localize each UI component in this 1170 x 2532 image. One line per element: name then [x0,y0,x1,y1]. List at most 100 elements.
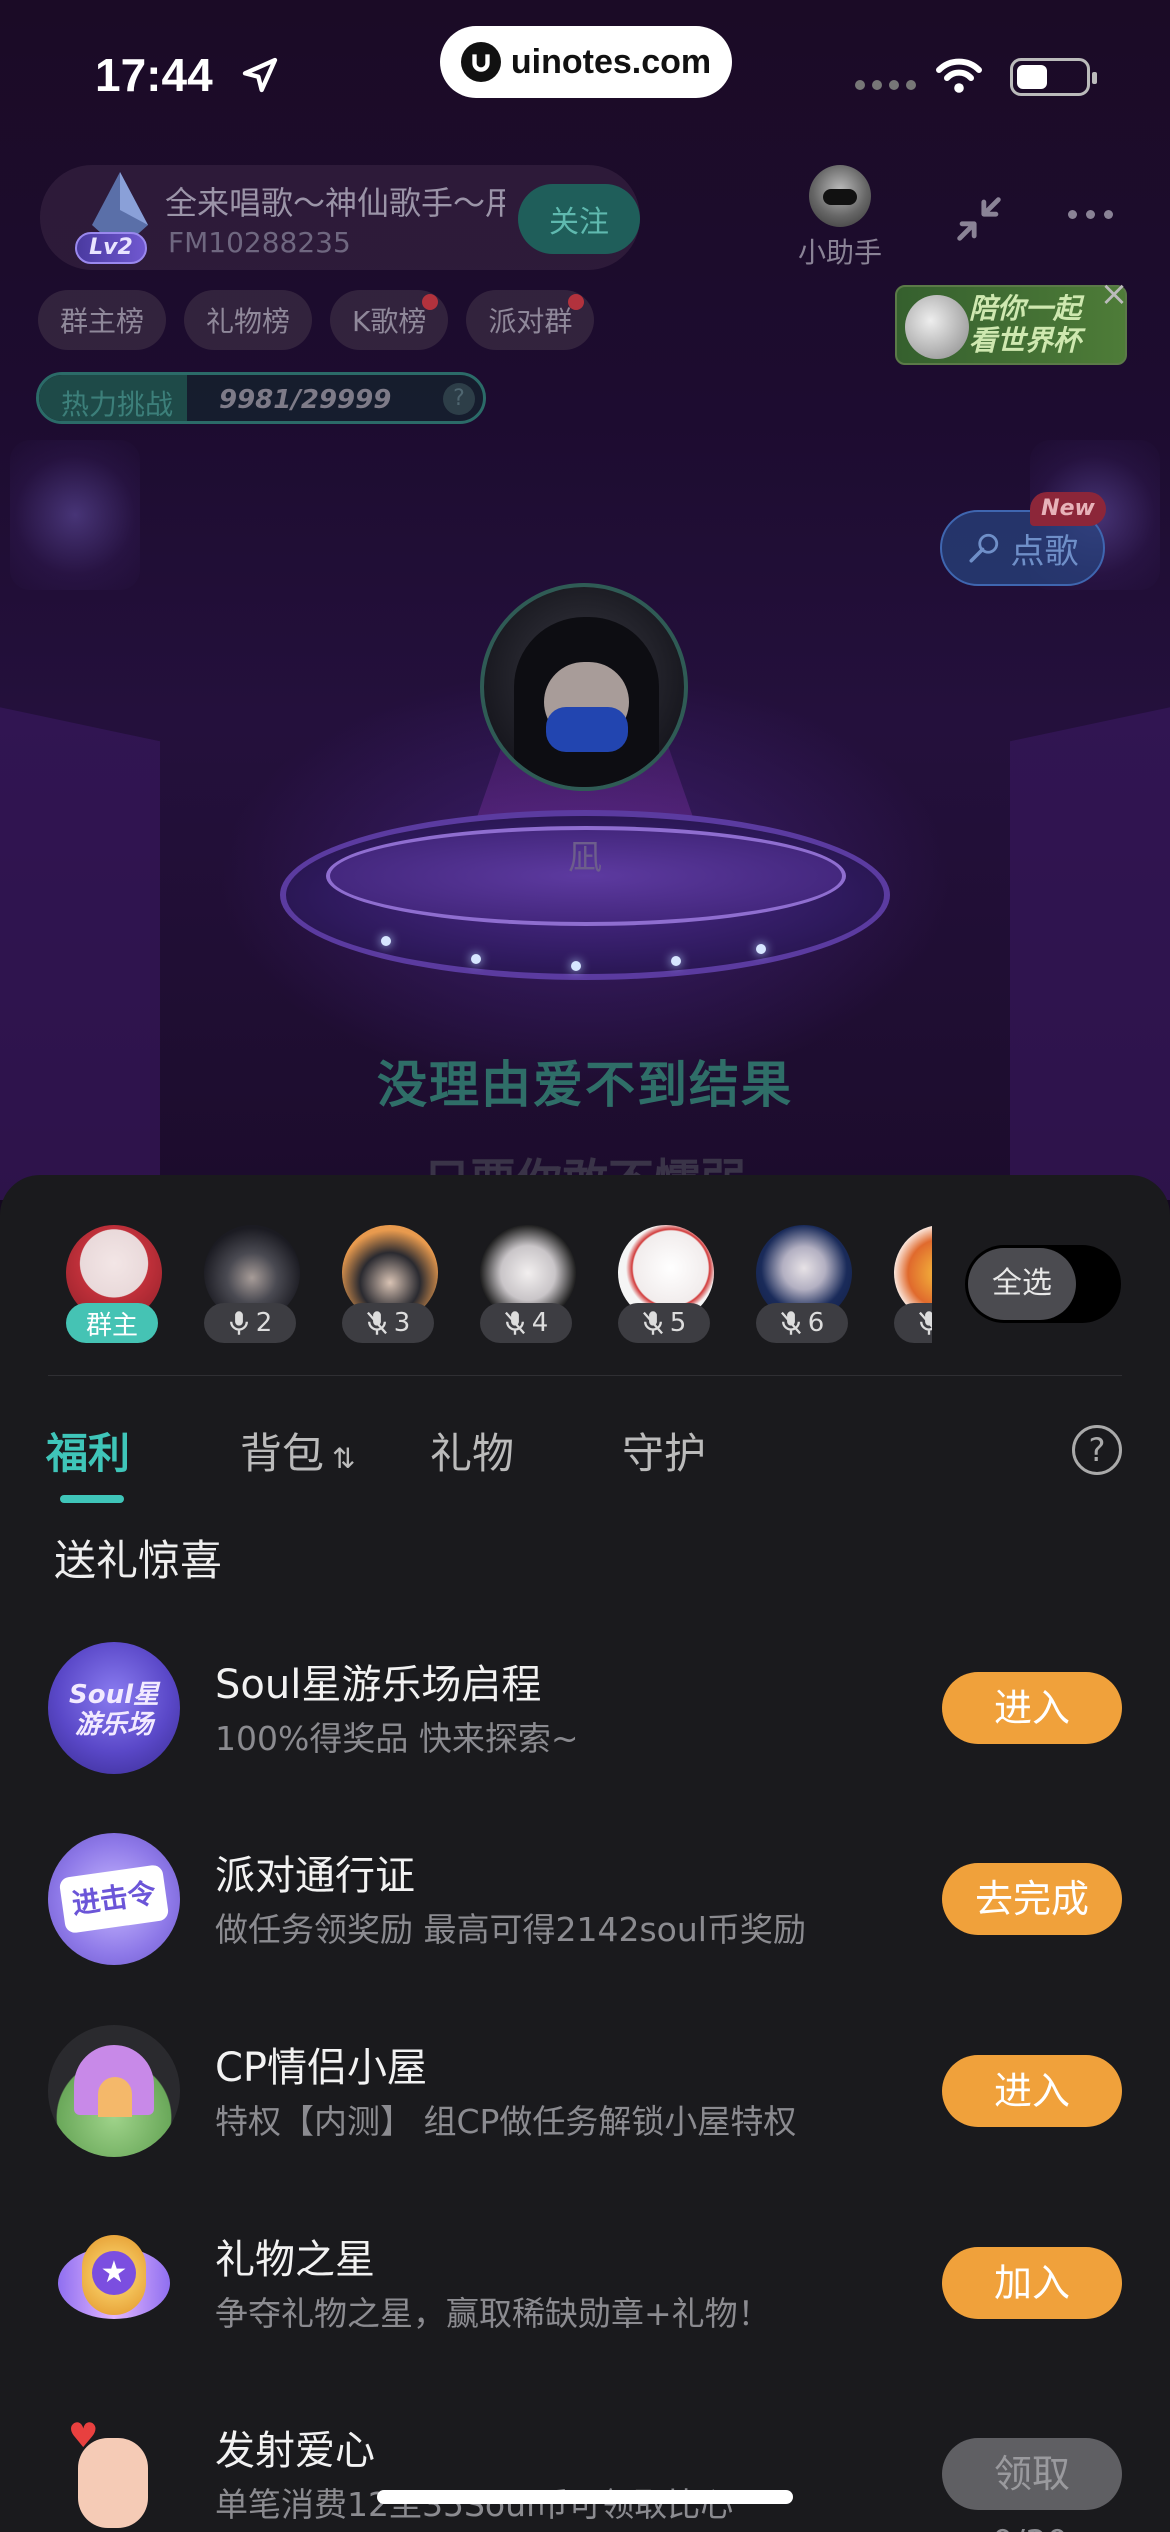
banner-text: 陪你一起 看世界杯 [969,292,1082,357]
home-indicator [377,2490,793,2504]
item-desc: 争夺礼物之星，赢取稀缺勋章+礼物！ [215,2294,771,2333]
lyric-line-current: 没理由爱不到结果 [377,1056,793,1114]
claim-button[interactable]: 领取 [942,2438,1122,2510]
status-bar: 17:44 uinotes.com [0,0,1170,140]
enter-button[interactable]: 进入 [942,2055,1122,2127]
rank-tab-owner[interactable]: 群主榜 [38,290,167,350]
stage-panel-right [1010,698,1170,1200]
item-name: Soul星游乐场启程 [215,1662,542,1708]
active-tab-indicator [60,1495,124,1503]
item-desc: 做任务领奖励 最高可得2142soul币奖励 [215,1910,806,1949]
panel-tabs: 福利 背包 ⇅ 礼物 守护 [0,1420,1170,1520]
join-button[interactable]: 加入 [942,2247,1122,2319]
mic-tag: 6 [756,1303,848,1343]
follow-button[interactable]: 关注 [518,184,640,254]
item-desc: 100%得奖品 快来探索~ [215,1719,579,1758]
host-tag: 群主 [66,1303,158,1343]
room-title: 全来唱歌～神仙歌手～用 [165,184,505,222]
notification-dot [422,294,439,310]
location-arrow-icon [242,57,278,93]
select-all-label: 全选 [968,1248,1076,1320]
status-time: 17:44 [95,49,213,101]
mic-off-icon [642,1311,663,1335]
gift-star-icon: ★ [48,2217,180,2349]
mic-tag: 7 [894,1303,932,1343]
helper-label: 小助手 [797,236,882,269]
new-badge: New [1030,492,1106,526]
divider [48,1375,1122,1376]
complete-button[interactable]: 去完成 [942,1863,1122,1935]
sort-icon: ⇅ [332,1442,356,1475]
mic-seat-7[interactable]: 7 [890,1225,932,1355]
url-text: uinotes.com [510,42,712,81]
close-icon[interactable]: × [1096,276,1132,312]
mic-seat-4[interactable]: 4 [476,1225,576,1355]
helper-button[interactable]: 小助手 [790,165,890,271]
party-pass-icon: 进击令 [48,1833,180,1965]
notification-dot [568,294,585,310]
claim-counter: 0/30 [940,2523,1120,2532]
robot-icon [809,165,871,227]
heat-label: 热力挑战 [61,388,174,421]
stage-panel-left [0,698,160,1200]
world-cup-banner[interactable]: 陪你一起 看世界杯 [895,285,1127,365]
item-name: 派对通行证 [215,1853,415,1899]
tab-backpack[interactable]: 背包 ⇅ [240,1420,355,1481]
microphone-icon [968,533,998,563]
tab-welfare[interactable]: 福利 [46,1420,130,1481]
list-item: Soul星 游乐场 Soul星游乐场启程 100%得奖品 快来探索~ 进入 [0,1642,1170,1792]
mic-seat-row: 群主 2 3 4 5 6 [62,1225,932,1355]
enter-button[interactable]: 进入 [942,1672,1122,1744]
item-name: CP情侣小屋 [215,2045,428,2091]
rank-tab-party-group[interactable]: 派对群 [466,290,595,350]
microphone-icon [229,1311,248,1335]
cp-house-icon [48,2025,180,2157]
soul-star-park-icon: Soul星 游乐场 [48,1642,180,1774]
help-icon[interactable]: ? [1072,1425,1122,1475]
soccer-ball-icon [905,295,969,359]
mic-off-icon [918,1311,932,1335]
help-icon[interactable]: ? [443,383,475,415]
mic-off-icon [780,1311,801,1335]
mic-seat-2[interactable]: 2 [200,1225,300,1355]
wifi-icon [936,58,982,93]
mic-seat-6[interactable]: 6 [752,1225,852,1355]
cellular-signal-icon [855,80,916,90]
item-name: 发射爱心 [215,2428,375,2474]
mic-tag: 3 [342,1303,434,1343]
battery-icon [1010,58,1097,96]
mic-tag: 2 [204,1303,296,1343]
room-id: FM10288235 [168,226,351,259]
level-badge: Lv2 [75,232,147,264]
mic-seat-5[interactable]: 5 [614,1225,714,1355]
rank-tab-gift[interactable]: 礼物榜 [184,290,313,350]
mic-tag: 5 [618,1303,710,1343]
list-item: CP情侣小屋 特权【内测】 组CP做任务解锁小屋特权 进入 [0,2025,1170,2175]
tab-gifts[interactable]: 礼物 [430,1420,514,1481]
heart-gesture-icon: ♥ [48,2408,180,2532]
mic-tag: 4 [480,1303,572,1343]
gift-panel: 群主 2 3 4 5 6 全选 福利 背包 ⇅ 礼物 守护 ? 送礼惊喜 Sou… [0,1175,1170,2532]
item-desc: 特权【内测】 组CP做任务解锁小屋特权 [215,2102,797,2141]
more-options-icon[interactable] [1068,210,1113,219]
mic-off-icon [504,1311,525,1335]
rank-tab-karaoke[interactable]: K歌榜 [330,290,449,350]
mic-seat-host[interactable]: 群主 [62,1225,162,1355]
heat-challenge-bar[interactable]: 热力挑战 9981/29999 ? [36,372,486,424]
uinotes-logo-icon [460,42,501,82]
tab-guard[interactable]: 守护 [622,1420,706,1481]
stage-light-left [10,440,140,590]
heat-value: 9981/29999 [219,385,392,415]
list-item: ★ 礼物之星 争夺礼物之星，赢取稀缺勋章+礼物！ 加入 [0,2217,1170,2367]
select-all-toggle[interactable]: 全选 [965,1245,1121,1323]
section-title: 送礼惊喜 [54,1536,223,1585]
minimize-icon[interactable] [950,190,1008,248]
list-item: ♥ 发射爱心 单笔消费12至35Soul币可领取比心 领取 0/30 [0,2408,1170,2532]
rank-tabs: 群主榜 礼物榜 K歌榜 派对群 [38,290,595,350]
list-item: 进击令 派对通行证 做任务领奖励 最高可得2142soul币奖励 去完成 [0,1833,1170,1983]
url-pill[interactable]: uinotes.com [440,26,732,98]
host-name: 凪 [568,838,602,878]
mic-seat-3[interactable]: 3 [338,1225,438,1355]
mic-off-icon [366,1311,387,1335]
host-avatar[interactable] [480,583,688,791]
